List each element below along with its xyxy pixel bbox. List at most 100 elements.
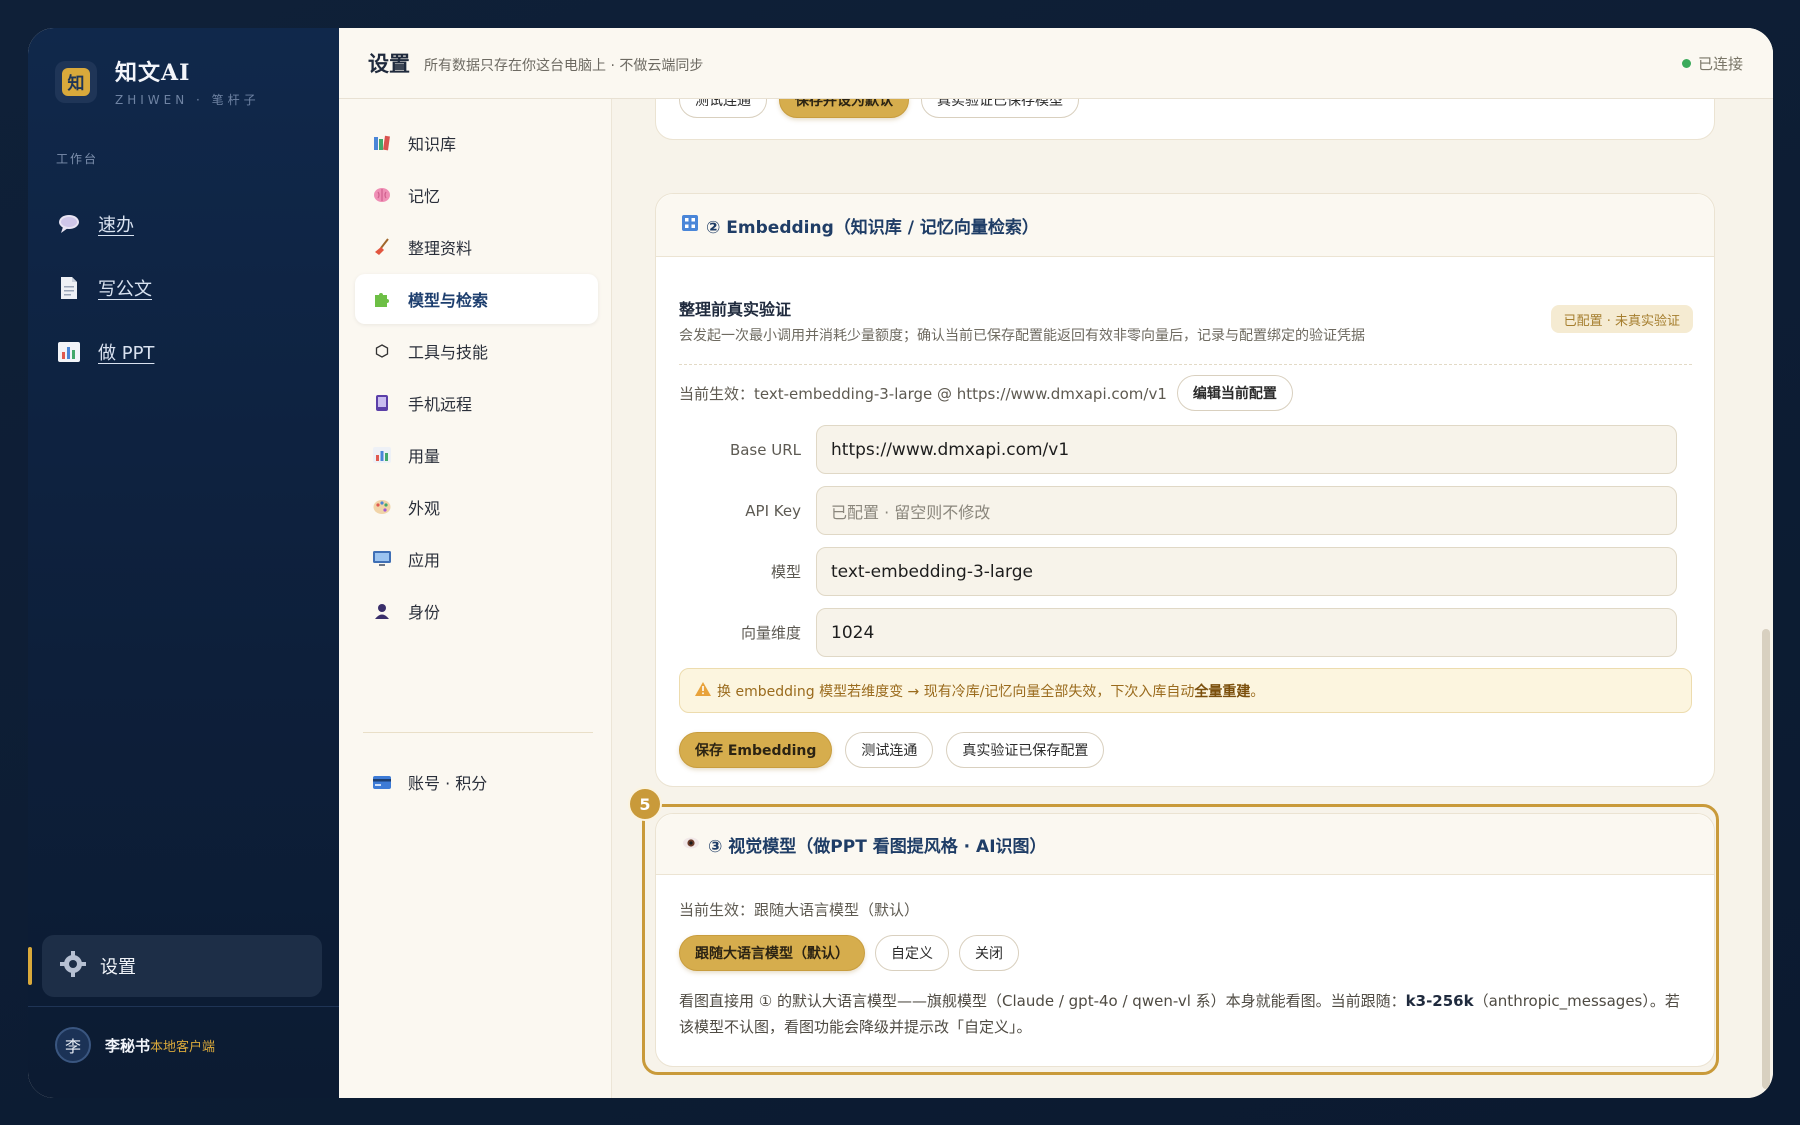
warning-icon: [695, 681, 711, 700]
verify-title: 整理前真实验证: [679, 300, 792, 319]
chart-icon: [372, 445, 392, 465]
subnav-item-usage[interactable]: 用量: [355, 430, 598, 480]
brain-icon: [372, 185, 392, 205]
credit-card-icon: [372, 772, 392, 792]
sidebar-nav: 速办 写公文 做 PPT: [56, 192, 154, 384]
scrollbar[interactable]: [1762, 629, 1770, 1089]
embedding-card-header: ② Embedding（知识库 / 记忆向量检索）: [656, 194, 1714, 257]
model-row: 模型 text-embedding-3-large: [679, 547, 1677, 596]
option-custom[interactable]: 自定义: [875, 935, 949, 971]
sidebar-divider: [28, 1006, 339, 1007]
dimension-row: 向量维度 1024: [679, 608, 1677, 657]
subnav-label: 身份: [408, 603, 441, 622]
brand: 知 知文AI ZHIWEN · 笔杆子: [55, 55, 260, 108]
warning-text: 换 embedding 模型若维度变 → 现有冷库/记忆向量全部失效，下次入库自…: [717, 683, 1195, 700]
model-label: 模型: [770, 563, 801, 581]
dimension-label: 向量维度: [740, 624, 801, 642]
page-title: 设置: [368, 51, 410, 76]
subnav-item-tools[interactable]: 工具与技能: [355, 326, 598, 376]
subnav-item-models[interactable]: 模型与检索: [355, 274, 598, 324]
vision-current-label: 当前生效：跟随大语言模型（默认）: [679, 901, 920, 919]
model-input[interactable]: text-embedding-3-large: [816, 547, 1677, 596]
puzzle-icon: [372, 289, 392, 309]
bar-chart-icon: [56, 339, 82, 365]
subnav-label: 模型与检索: [408, 291, 489, 310]
save-embedding-button[interactable]: 保存 Embedding: [679, 732, 833, 768]
sidebar-item-settings[interactable]: 设置: [28, 935, 322, 997]
books-icon: [372, 133, 392, 153]
brand-logo: 知: [55, 60, 97, 103]
base-url-row: Base URL https://www.dmxapi.com/v1: [679, 425, 1677, 474]
subnav-item-memory[interactable]: 记忆: [355, 170, 598, 220]
subnav-item-identity[interactable]: 身份: [355, 586, 598, 636]
sidebar-item-quick[interactable]: 速办: [56, 192, 154, 256]
subnav-item-knowledge[interactable]: 知识库: [355, 118, 598, 168]
app-window: 知 知文AI ZHIWEN · 笔杆子 工作台 速办 写公文 做 PPT 设置 …: [28, 28, 1773, 1098]
current-config-label: 当前生效：text-embedding-3-large @ https://ww…: [679, 384, 1167, 403]
option-follow-llm[interactable]: 跟随大语言模型（默认）: [679, 935, 865, 971]
vision-current-model: k3-256k: [1405, 992, 1474, 1010]
test-connection-button[interactable]: 测试连通: [845, 732, 934, 768]
base-url-label: Base URL: [729, 440, 801, 459]
connection-status-label: 已连接: [1697, 55, 1743, 73]
subnav-item-apps[interactable]: 应用: [355, 534, 598, 584]
eye-icon: [682, 835, 700, 854]
top-bar: 设置 所有数据只存在你这台电脑上 · 不做云端同步 已连接: [339, 28, 1773, 99]
user-profile[interactable]: 李 李秘书 本地客户端: [55, 1027, 215, 1063]
subnav-label: 整理资料: [408, 239, 473, 258]
subnav-label: 用量: [408, 447, 441, 466]
gear-icon: [60, 951, 86, 981]
save-default-button[interactable]: 保存并设为默认: [779, 99, 909, 118]
subnav-item-account[interactable]: 账号 · 积分: [355, 757, 598, 807]
warning-emphasis: 全量重建: [1194, 683, 1251, 700]
test-connection-button[interactable]: 测试连通: [679, 99, 767, 118]
sidebar-item-label: 做 PPT: [98, 343, 155, 364]
status-dot-icon: [1681, 59, 1691, 68]
hexagon-icon: [372, 341, 392, 361]
llm-card: 测试连通 保存并设为默认 真实验证已保存模型: [655, 99, 1715, 140]
api-key-row: API Key 已配置 · 留空则不修改: [679, 486, 1677, 535]
monitor-icon: [372, 549, 392, 569]
verify-saved-config-button[interactable]: 真实验证已保存配置: [946, 732, 1105, 768]
sidebar-section-label: 工作台: [56, 152, 99, 166]
connection-status: 已连接: [1681, 53, 1743, 74]
status-badge: 已配置 · 未真实验证: [1550, 305, 1693, 333]
page-subtitle: 所有数据只存在你这台电脑上 · 不做云端同步: [424, 58, 704, 74]
sidebar-item-ppt[interactable]: 做 PPT: [56, 320, 154, 384]
avatar: 李: [55, 1027, 91, 1063]
subnav-label: 外观: [408, 499, 441, 518]
speech-bubble-icon: [56, 211, 82, 237]
subnav-item-appearance[interactable]: 外观: [355, 482, 598, 532]
option-off[interactable]: 关闭: [959, 935, 1019, 971]
sidebar: 知 知文AI ZHIWEN · 笔杆子 工作台 速办 写公文 做 PPT 设置 …: [28, 28, 339, 1098]
user-name: 李秘书: [105, 1036, 151, 1055]
api-key-input[interactable]: 已配置 · 留空则不修改: [816, 486, 1677, 535]
user-tag: 本地客户端: [150, 1039, 216, 1055]
sidebar-item-write[interactable]: 写公文: [56, 256, 154, 320]
main-area: 设置 所有数据只存在你这台电脑上 · 不做云端同步 已连接 知识库 记忆 整理资…: [339, 28, 1773, 1098]
subnav-item-mobile[interactable]: 手机远程: [355, 378, 598, 428]
phone-icon: [372, 393, 392, 413]
subnav-label: 账号 · 积分: [408, 774, 488, 793]
subnav-label: 记忆: [408, 187, 441, 206]
verify-divider: [679, 364, 1692, 365]
subnav-label: 应用: [408, 551, 441, 570]
base-url-input[interactable]: https://www.dmxapi.com/v1: [816, 425, 1677, 474]
settings-subnav: 知识库 记忆 整理资料 模型与检索 工具与技能 手机远程 用量 外观 应用 身份…: [339, 99, 612, 1098]
subnav-item-organize[interactable]: 整理资料: [355, 222, 598, 272]
subnav-label: 知识库: [408, 135, 457, 154]
document-icon: [56, 275, 82, 301]
edit-config-button[interactable]: 编辑当前配置: [1176, 375, 1293, 411]
embedding-card: ② Embedding（知识库 / 记忆向量检索） 整理前真实验证 会发起一次最…: [655, 193, 1715, 787]
subnav-label: 手机远程: [408, 395, 473, 414]
grid-icon: [682, 215, 698, 235]
verify-description: 会发起一次最小调用并消耗少量额度；确认当前已保存配置能返回有效非零向量后，记录与…: [679, 328, 1365, 344]
verify-saved-model-button[interactable]: 真实验证已保存模型: [921, 99, 1079, 118]
vision-card-title: ③ 视觉模型（做PPT 看图提风格 · AI识图）: [708, 836, 1047, 857]
dimension-input[interactable]: 1024: [816, 608, 1677, 657]
vision-description-text: 看图直接用 ① 的默认大语言模型——旗舰模型（Claude / gpt-4o /…: [679, 992, 1406, 1010]
subnav-label: 工具与技能: [408, 343, 489, 362]
sidebar-item-label: 写公文: [98, 279, 152, 300]
step-badge: 5: [628, 787, 662, 821]
broom-icon: [372, 237, 392, 257]
